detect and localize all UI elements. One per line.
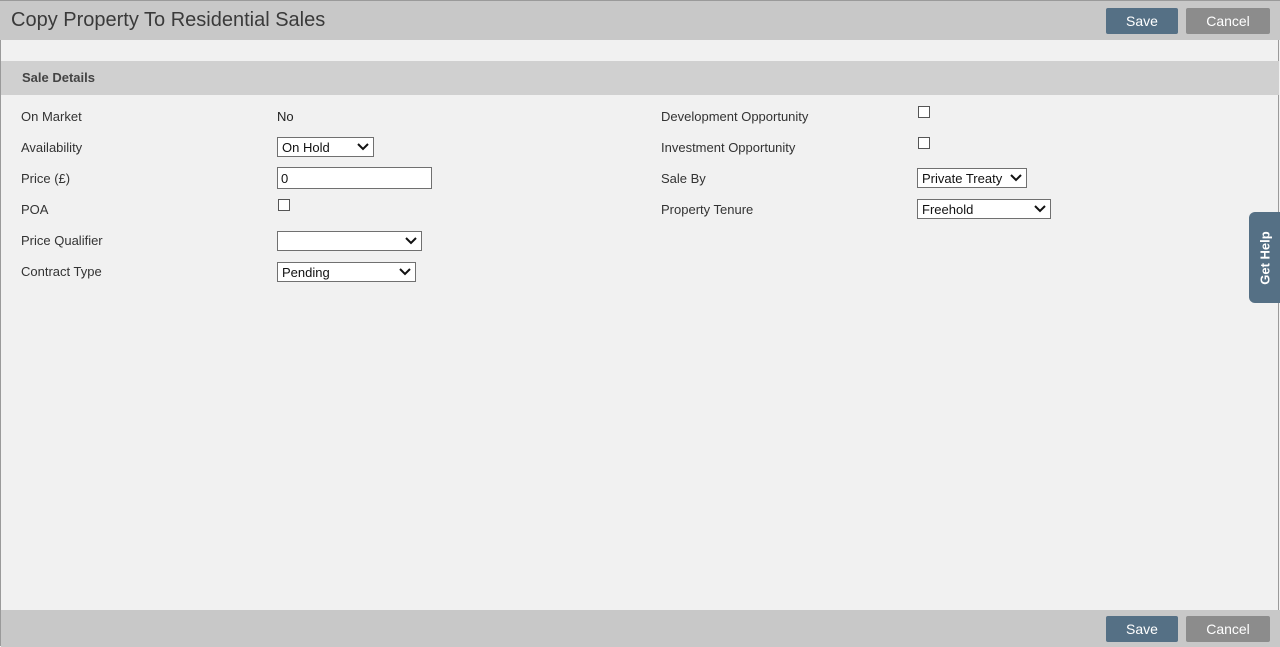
price-qualifier-label: Price Qualifier bbox=[21, 233, 103, 248]
section-header: Sale Details bbox=[1, 61, 1279, 95]
chevron-down-icon bbox=[1010, 174, 1022, 182]
contract-type-select-value: Pending bbox=[282, 265, 330, 280]
availability-label: Availability bbox=[21, 140, 83, 155]
on-market-label: On Market bbox=[21, 109, 82, 124]
footer-bar bbox=[1, 610, 1280, 647]
sale-by-select[interactable]: Private Treaty bbox=[917, 168, 1027, 188]
cancel-button-top[interactable]: Cancel bbox=[1186, 8, 1270, 34]
chevron-down-icon bbox=[1034, 205, 1046, 213]
dialog-frame bbox=[0, 0, 1279, 646]
price-qualifier-select[interactable] bbox=[277, 231, 422, 251]
price-input[interactable] bbox=[277, 167, 432, 189]
property-tenure-select[interactable]: Freehold bbox=[917, 199, 1051, 219]
sale-by-select-value: Private Treaty bbox=[922, 171, 1003, 186]
header-bar: Copy Property To Residential Sales bbox=[0, 0, 1280, 40]
get-help-label: Get Help bbox=[1257, 230, 1272, 285]
poa-label: POA bbox=[21, 202, 49, 217]
section-title: Sale Details bbox=[22, 70, 95, 85]
investment-opportunity-label: Investment Opportunity bbox=[661, 140, 796, 155]
chevron-down-icon bbox=[357, 143, 369, 151]
chevron-down-icon bbox=[405, 237, 417, 245]
cancel-button-bottom[interactable]: Cancel bbox=[1186, 616, 1270, 642]
get-help-tab[interactable]: Get Help bbox=[1249, 212, 1280, 303]
development-opportunity-checkbox[interactable] bbox=[918, 106, 930, 118]
contract-type-select[interactable]: Pending bbox=[277, 262, 416, 282]
investment-opportunity-checkbox[interactable] bbox=[918, 137, 930, 149]
chevron-down-icon bbox=[399, 268, 411, 276]
page-title: Copy Property To Residential Sales bbox=[11, 9, 326, 31]
save-button-bottom[interactable]: Save bbox=[1106, 616, 1178, 642]
development-opportunity-label: Development Opportunity bbox=[661, 109, 809, 124]
contract-type-label: Contract Type bbox=[21, 264, 102, 279]
availability-select-value: On Hold bbox=[282, 140, 330, 155]
on-market-value: No bbox=[277, 109, 294, 124]
sale-by-label: Sale By bbox=[661, 171, 706, 186]
price-label: Price (£) bbox=[21, 171, 71, 186]
save-button-top[interactable]: Save bbox=[1106, 8, 1178, 34]
property-tenure-label: Property Tenure bbox=[661, 202, 754, 217]
poa-checkbox[interactable] bbox=[278, 199, 290, 211]
availability-select[interactable]: On Hold bbox=[277, 137, 374, 157]
property-tenure-select-value: Freehold bbox=[922, 202, 974, 217]
